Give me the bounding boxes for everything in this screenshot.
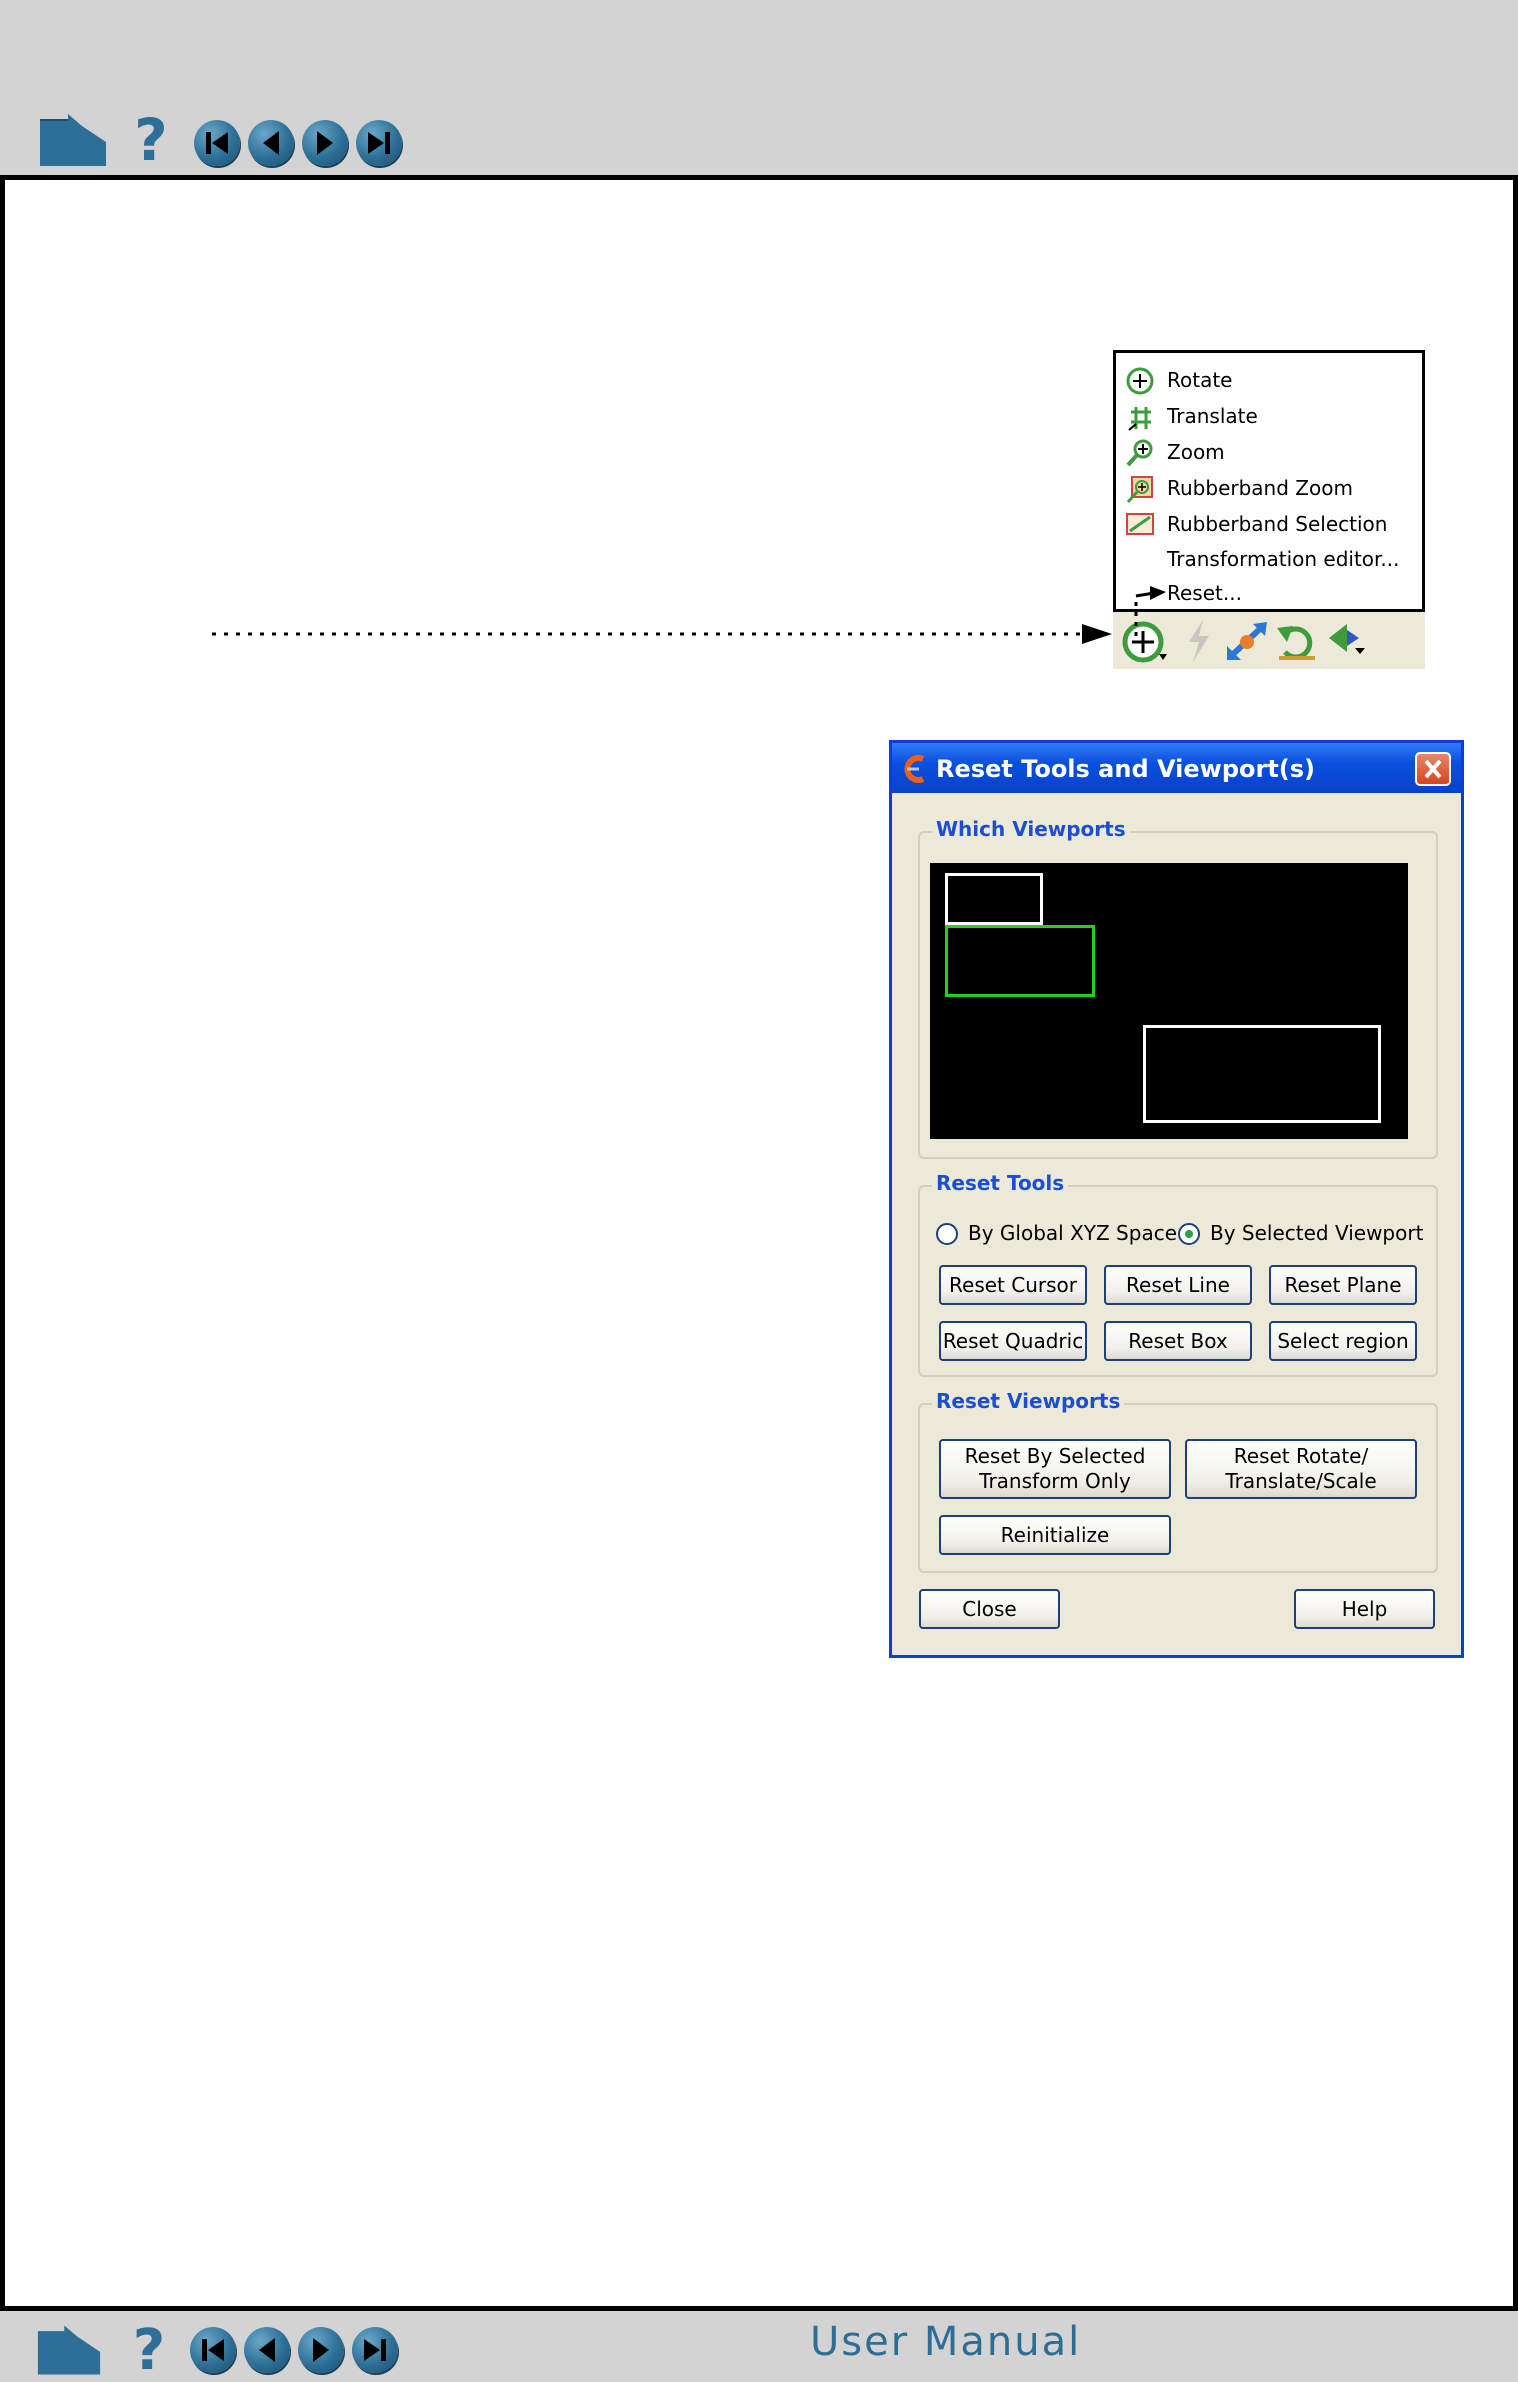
menu-item-zoom[interactable]: Zoom bbox=[1167, 440, 1225, 464]
select-region-button[interactable]: Select region bbox=[1269, 1321, 1417, 1361]
menu-item-translate[interactable]: Translate bbox=[1167, 404, 1258, 428]
zoom-icon bbox=[1126, 439, 1153, 467]
manual-title: User Manual bbox=[810, 2319, 1082, 2365]
close-icon bbox=[1424, 759, 1442, 779]
which-viewports-group: Which Viewports bbox=[918, 817, 1438, 1159]
radio-selected-viewport-label[interactable]: By Selected Viewport bbox=[1210, 1221, 1423, 1245]
reset-viewports-label: Reset Viewports bbox=[932, 1389, 1125, 1413]
frame-right bbox=[1513, 0, 1518, 2382]
viewport-1[interactable] bbox=[945, 873, 1043, 925]
translate-icon bbox=[1128, 407, 1151, 431]
first-page-icon[interactable] bbox=[194, 120, 240, 166]
menu-item-rotate[interactable]: Rotate bbox=[1167, 368, 1232, 392]
first-page-icon[interactable] bbox=[190, 2327, 236, 2373]
frame-left bbox=[0, 0, 5, 2382]
rotate-icon bbox=[1126, 367, 1154, 395]
help-button[interactable]: Help bbox=[1294, 1589, 1435, 1629]
viewport-2-selected[interactable] bbox=[945, 925, 1095, 997]
scale-arrows-icon[interactable] bbox=[1223, 618, 1273, 664]
lightning-icon[interactable] bbox=[1181, 618, 1217, 664]
pointer-arrow bbox=[212, 624, 1112, 644]
radio-selected-viewport[interactable] bbox=[1178, 1223, 1200, 1245]
menu-item-transformation-editor[interactable]: Transformation editor... bbox=[1167, 547, 1400, 571]
next-page-icon[interactable] bbox=[302, 120, 348, 166]
dialog-title: Reset Tools and Viewport(s) bbox=[936, 755, 1316, 783]
reset-tools-dialog: Reset Tools and Viewport(s) Which Viewpo… bbox=[889, 740, 1464, 1658]
rubberband-selection-icon bbox=[1126, 513, 1154, 535]
help-icon[interactable]: ? bbox=[130, 110, 172, 168]
dialog-title-bar[interactable]: Reset Tools and Viewport(s) bbox=[892, 743, 1461, 793]
reset-selected-transform-button[interactable]: Reset By Selected Transform Only bbox=[939, 1439, 1171, 1499]
previous-page-icon[interactable] bbox=[248, 120, 294, 166]
menu-item-rubberband-selection[interactable]: Rubberband Selection bbox=[1167, 512, 1387, 536]
reset-line-button[interactable]: Reset Line bbox=[1104, 1265, 1252, 1305]
close-button[interactable]: Close bbox=[919, 1589, 1060, 1629]
reset-tools-group: Reset Tools By Global XYZ Space By Selec… bbox=[918, 1171, 1438, 1377]
svg-text:?: ? bbox=[133, 2319, 165, 2377]
reset-box-button[interactable]: Reset Box bbox=[1104, 1321, 1252, 1361]
next-page-icon[interactable] bbox=[298, 2327, 344, 2373]
viewport-layout-canvas[interactable] bbox=[930, 863, 1408, 1139]
top-navigation-bar: ? bbox=[0, 0, 1518, 180]
view-direction-icon[interactable] bbox=[1325, 620, 1375, 664]
reset-viewports-group: Reset Viewports Reset By Selected Transf… bbox=[918, 1389, 1438, 1573]
transform-tool-menu: Rotate Translate Zoom Rubberband Zoom Ru… bbox=[1113, 350, 1425, 612]
reset-pointer-arrow bbox=[1134, 586, 1166, 636]
which-viewports-label: Which Viewports bbox=[932, 817, 1130, 841]
help-icon[interactable]: ? bbox=[128, 2319, 170, 2377]
viewport-3[interactable] bbox=[1143, 1025, 1381, 1123]
previous-page-icon[interactable] bbox=[244, 2327, 290, 2373]
home-icon[interactable] bbox=[36, 2323, 102, 2377]
reset-plane-button[interactable]: Reset Plane bbox=[1269, 1265, 1417, 1305]
menu-item-rubberband-zoom[interactable]: Rubberband Zoom bbox=[1167, 476, 1353, 500]
app-logo-icon bbox=[904, 755, 925, 783]
reset-rotate-translate-scale-button[interactable]: Reset Rotate/ Translate/Scale bbox=[1185, 1439, 1417, 1499]
radio-global-xyz[interactable] bbox=[936, 1223, 958, 1245]
rubberband-zoom-icon bbox=[1126, 476, 1153, 504]
dialog-close-button[interactable] bbox=[1415, 752, 1451, 786]
reinitialize-button[interactable]: Reinitialize bbox=[939, 1515, 1171, 1555]
bottom-navigation-bar: ? User Manual bbox=[0, 2306, 1518, 2382]
radio-global-xyz-label[interactable]: By Global XYZ Space bbox=[968, 1221, 1177, 1245]
undo-icon[interactable] bbox=[1275, 618, 1319, 664]
svg-text:?: ? bbox=[134, 110, 168, 168]
menu-item-reset[interactable]: Reset... bbox=[1167, 581, 1242, 605]
last-page-icon[interactable] bbox=[352, 2327, 398, 2373]
reset-cursor-button[interactable]: Reset Cursor bbox=[939, 1265, 1087, 1305]
reset-tools-label: Reset Tools bbox=[932, 1171, 1069, 1195]
home-icon[interactable] bbox=[38, 112, 108, 168]
last-page-icon[interactable] bbox=[356, 120, 402, 166]
reset-quadric-button[interactable]: Reset Quadric bbox=[939, 1321, 1087, 1361]
